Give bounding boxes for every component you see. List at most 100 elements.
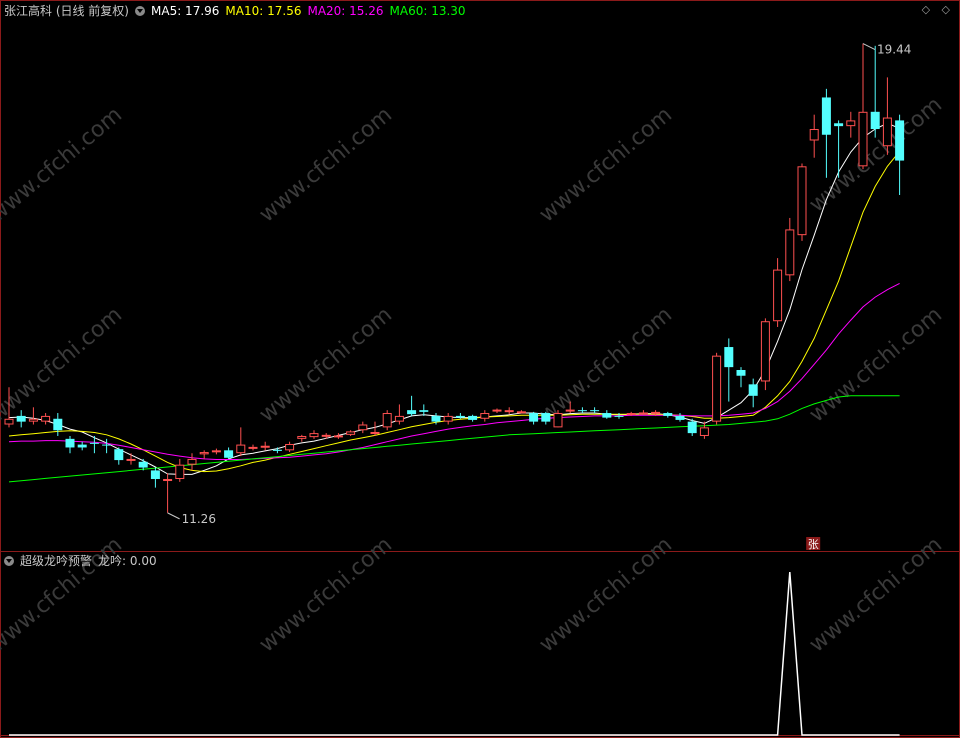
candle-body	[785, 229, 795, 276]
ma-line-ma10	[8, 151, 900, 473]
candle-body	[297, 435, 307, 439]
candle-body	[809, 129, 819, 141]
candle-body	[651, 411, 661, 414]
indicator-name: 超级龙吟预警	[20, 554, 93, 568]
candle-body	[211, 450, 221, 453]
candle-body	[53, 418, 63, 431]
candle-body	[358, 424, 368, 431]
candle-body	[516, 411, 526, 414]
candle-body	[504, 410, 514, 413]
watermark-text: www.cfchi.com	[0, 102, 127, 227]
candle-body	[248, 446, 258, 449]
candle-body	[699, 427, 709, 436]
candle-body	[846, 120, 856, 127]
high-price-label: 19.44	[877, 43, 911, 57]
candle-body	[150, 470, 160, 480]
candle-body	[346, 431, 356, 435]
low-price-label: 11.26	[182, 512, 216, 526]
ma5-value: MA5: 17.96	[151, 4, 220, 18]
ma-line-ma5	[8, 122, 900, 475]
indicator-value: 龙吟: 0.00	[98, 554, 157, 568]
candle-body	[736, 370, 746, 376]
candle-body	[16, 415, 26, 422]
candle-body	[199, 452, 209, 455]
candle-body	[760, 321, 770, 382]
ma20-value: MA20: 15.26	[307, 4, 384, 18]
panel-controls[interactable]: ◇ ◇	[922, 3, 954, 16]
candle-body	[614, 415, 624, 417]
candle-body	[724, 347, 734, 368]
indicator-panel-header: 超级龙吟预警 龙吟: 0.00	[4, 553, 157, 569]
candle-body	[431, 415, 441, 422]
chart-canvas[interactable]: www.cfchi.com www.cfchi.com www.cfchi.com w…	[0, 0, 960, 738]
candle-body	[224, 450, 234, 458]
low-pointer	[167, 512, 180, 520]
candle-body	[687, 421, 697, 434]
candle-body	[870, 111, 880, 130]
candle-body	[175, 464, 185, 480]
candle-body	[455, 415, 465, 418]
candle-body	[102, 444, 112, 446]
candle-body	[285, 444, 295, 451]
candle-body	[773, 269, 783, 322]
chart-frame	[0, 0, 960, 738]
ma-line-ma60	[8, 395, 900, 483]
candle-body	[163, 479, 173, 482]
candle-body	[443, 415, 453, 422]
watermark-text: www.cfchi.com	[255, 302, 397, 427]
candle-body	[407, 410, 417, 415]
candle-body	[187, 458, 197, 465]
candle-body	[577, 410, 587, 412]
candle-body	[590, 410, 600, 412]
candle-body	[663, 413, 673, 416]
candle-body	[895, 120, 905, 161]
indicator-line	[9, 571, 900, 736]
candle-body	[675, 415, 685, 420]
candle-body	[382, 413, 392, 428]
candle-body	[394, 415, 404, 422]
candle-body	[272, 449, 282, 451]
candle-body	[468, 415, 478, 420]
candle-body	[77, 444, 87, 448]
candle-body	[370, 431, 380, 434]
candle-body	[333, 435, 343, 438]
stock-chart-window: { "header": { "stock_label": "张江高科 (日线 前…	[0, 0, 960, 738]
watermark-text: www.cfchi.com	[535, 302, 677, 427]
candle-body	[492, 409, 502, 412]
dropdown-icon[interactable]	[135, 6, 145, 16]
ma60-value: MA60: 13.30	[389, 4, 466, 18]
candle-body	[41, 415, 51, 422]
watermark-text: www.cfchi.com	[255, 102, 397, 227]
candle-body	[638, 412, 648, 415]
candle-body	[626, 413, 636, 416]
candle-body	[797, 166, 807, 236]
candle-body	[28, 418, 38, 422]
candle-body	[138, 461, 148, 468]
candle-body	[565, 409, 575, 412]
candle-body	[858, 111, 868, 167]
ma10-value: MA10: 17.56	[225, 4, 302, 18]
candle-body	[65, 438, 75, 448]
candle-body	[821, 97, 831, 135]
indicator-dropdown-icon[interactable]	[4, 556, 14, 566]
limit-up-marker: 张	[808, 538, 819, 551]
candle-body	[114, 449, 124, 461]
price-panel-header: 张江高科 (日线 前复权) MA5: 17.96 MA10: 17.56 MA2…	[4, 3, 466, 19]
watermark-text: www.cfchi.com	[535, 102, 677, 227]
candle-body	[712, 355, 722, 422]
high-pointer	[862, 43, 876, 50]
candle-body	[529, 413, 539, 422]
candle-body	[4, 418, 14, 425]
candle-body	[834, 123, 844, 127]
candle-body	[260, 445, 270, 448]
candle-body	[882, 117, 892, 147]
candle-body	[480, 413, 490, 419]
candle-body	[236, 444, 246, 454]
watermark-text: www.cfchi.com	[805, 302, 947, 427]
candle-body	[553, 413, 563, 428]
candle-body	[602, 413, 612, 418]
candle-body	[321, 434, 331, 437]
candle-body	[748, 384, 758, 396]
candle-body	[89, 442, 99, 444]
candle-body	[419, 410, 429, 412]
